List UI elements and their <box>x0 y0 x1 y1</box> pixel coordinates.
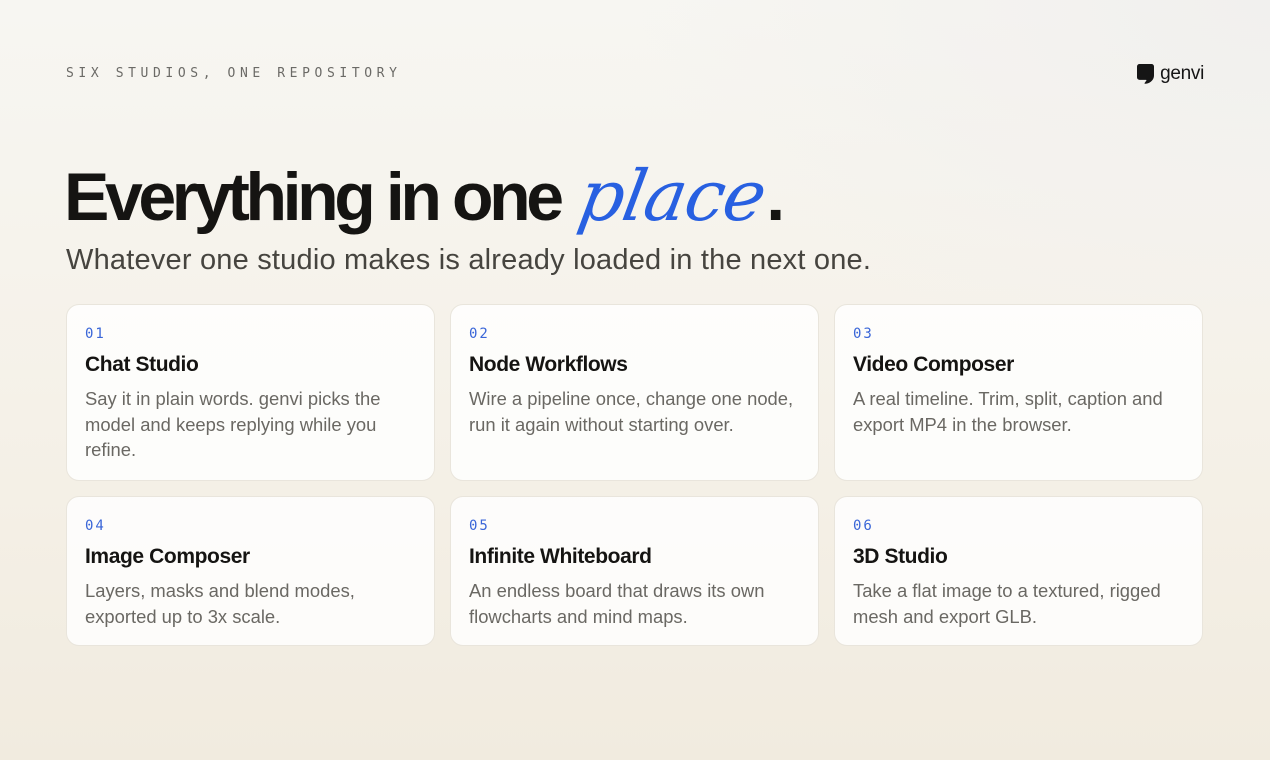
card-number: 03 <box>853 326 874 342</box>
studio-card-3d-studio[interactable]: 06 3D Studio Take a flat image to a text… <box>834 496 1203 646</box>
card-number: 04 <box>85 518 106 534</box>
card-title: Chat Studio <box>85 353 199 376</box>
speech-bubble-icon <box>1137 64 1155 84</box>
card-number: 06 <box>853 518 874 534</box>
page-title: Everything in one place. <box>64 152 785 241</box>
studio-card-video-composer[interactable]: 03 Video Composer A real timeline. Trim,… <box>834 304 1203 481</box>
card-title: Image Composer <box>85 545 250 568</box>
studio-cards-grid: 01 Chat Studio Say it in plain words. ge… <box>66 304 1204 646</box>
headline-accent: place <box>572 155 772 237</box>
card-title: 3D Studio <box>853 545 948 568</box>
page-eyebrow: SIX STUDIOS, ONE REPOSITORY <box>66 66 402 81</box>
brand-name: genvi <box>1160 63 1204 84</box>
card-title: Infinite Whiteboard <box>469 545 652 568</box>
card-number: 02 <box>469 326 490 342</box>
headline-main: Everything in one <box>64 159 564 235</box>
page-subtitle: Whatever one studio makes is already loa… <box>66 244 872 276</box>
card-description: A real timeline. Trim, split, caption an… <box>853 388 1163 435</box>
studio-card-image-composer[interactable]: 04 Image Composer Layers, masks and blen… <box>66 496 435 646</box>
card-title: Video Composer <box>853 353 1014 376</box>
studio-card-infinite-whiteboard[interactable]: 05 Infinite Whiteboard An endless board … <box>450 496 819 646</box>
card-number: 01 <box>85 326 106 342</box>
card-description: Take a flat image to a textured, rigged … <box>853 580 1161 627</box>
card-description: Layers, masks and blend modes, exported … <box>85 580 355 627</box>
card-description: Say it in plain words. genvi picks the m… <box>85 388 381 460</box>
card-description: Wire a pipeline once, change one node, r… <box>469 388 794 435</box>
studio-card-node-workflows[interactable]: 02 Node Workflows Wire a pipeline once, … <box>450 304 819 481</box>
card-title: Node Workflows <box>469 353 628 376</box>
studio-card-chat-studio[interactable]: 01 Chat Studio Say it in plain words. ge… <box>66 304 435 481</box>
brand-logo[interactable]: genvi <box>1137 63 1204 85</box>
card-description: An endless board that draws its own flow… <box>469 580 765 627</box>
card-number: 05 <box>469 518 490 534</box>
